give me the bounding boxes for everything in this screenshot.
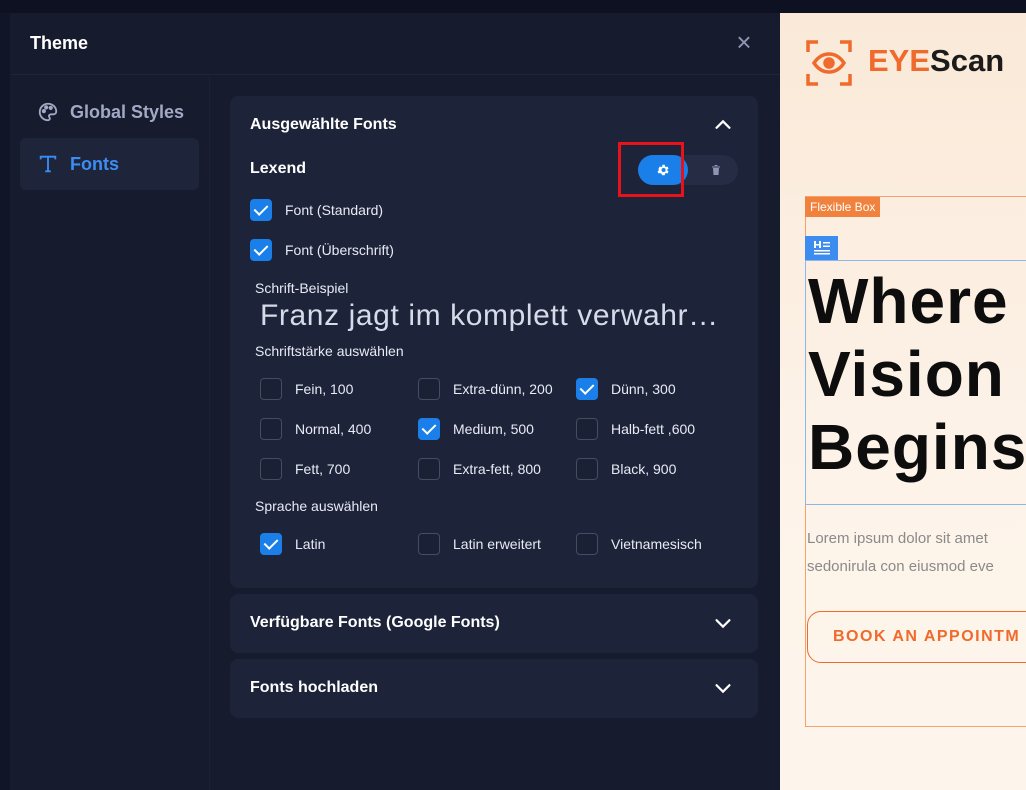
sidebar: Global Styles Fonts <box>10 76 210 790</box>
checkbox-weight-100[interactable] <box>260 378 282 400</box>
label-weight-900: Black, 900 <box>611 461 677 477</box>
label-weight-700: Fett, 700 <box>295 461 351 477</box>
available-fonts-card[interactable]: Verfügbare Fonts (Google Fonts) <box>230 594 758 653</box>
label-font-standard: Font (Standard) <box>285 202 384 218</box>
flexible-box-tag: Flexible Box <box>805 197 881 217</box>
font-settings-button[interactable] <box>638 155 688 185</box>
sidebar-item-fonts[interactable]: Fonts <box>20 138 199 190</box>
close-button[interactable]: × <box>732 29 756 55</box>
heading-icon <box>813 241 830 255</box>
type-icon <box>36 152 60 176</box>
checkbox-lang-latin-ext[interactable] <box>418 533 440 555</box>
label-weight-300: Dünn, 300 <box>611 381 676 397</box>
label-weight-600: Halb-fett ,600 <box>611 421 696 437</box>
font-name: Lexend <box>250 160 307 177</box>
eye-icon <box>805 39 853 87</box>
checkbox-weight-900[interactable] <box>576 458 598 480</box>
label-weight-800: Extra-fett, 800 <box>453 461 541 477</box>
checkbox-weight-400[interactable] <box>260 418 282 440</box>
heading-widget-tag[interactable] <box>805 236 838 260</box>
close-icon: × <box>736 27 752 57</box>
panel-header: Theme × <box>10 13 780 75</box>
sidebar-item-global-styles[interactable]: Global Styles <box>20 86 199 138</box>
panel-title: Theme <box>30 33 89 53</box>
checkbox-font-standard[interactable] <box>250 199 272 221</box>
label-lang-vietnamese: Vietnamesisch <box>611 536 702 552</box>
weight-label: Schriftstärke auswählen <box>255 343 404 359</box>
label-weight-200: Extra-dünn, 200 <box>453 381 553 397</box>
selected-fonts-card: Ausgewählte Fonts Lexend Font (Standard)… <box>230 96 758 588</box>
upload-fonts-card[interactable]: Fonts hochladen <box>230 659 758 718</box>
checkbox-lang-vietnamese[interactable] <box>576 533 598 555</box>
font-actions <box>638 155 738 185</box>
sidebar-item-label: Global Styles <box>70 101 185 122</box>
sidebar-item-label: Fonts <box>70 153 119 174</box>
top-bar <box>0 0 1026 13</box>
label-lang-latin-ext: Latin erweitert <box>453 536 541 552</box>
delete-font-button[interactable] <box>698 155 734 185</box>
chevron-down-icon[interactable] <box>712 677 734 699</box>
checkbox-weight-300[interactable] <box>576 378 598 400</box>
book-appointment-button[interactable]: BOOK AN APPOINTM <box>807 611 1026 663</box>
label-font-heading: Font (Überschrift) <box>285 242 394 258</box>
label-weight-100: Fein, 100 <box>295 381 354 397</box>
selected-fonts-title: Ausgewählte Fonts <box>250 116 397 133</box>
hero-description: Lorem ipsum dolor sit amet sedonirula co… <box>807 530 994 575</box>
upload-fonts-title: Fonts hochladen <box>250 679 378 696</box>
hero-heading: Where Vision Begins <box>808 265 1026 483</box>
chevron-down-icon[interactable] <box>712 612 734 634</box>
theme-panel: Theme × Global Styles Fonts Ausgewählte … <box>10 13 780 790</box>
sample-label: Schrift-Beispiel <box>255 280 349 296</box>
checkbox-weight-600[interactable] <box>576 418 598 440</box>
language-label: Sprache auswählen <box>255 498 378 514</box>
checkbox-weight-200[interactable] <box>418 378 440 400</box>
checkbox-weight-500[interactable] <box>418 418 440 440</box>
checkbox-weight-700[interactable] <box>260 458 282 480</box>
font-sample-text: Franz jagt im komplett verwahrlosten Tax… <box>260 299 720 332</box>
chevron-up-icon[interactable] <box>712 114 734 136</box>
label-weight-400: Normal, 400 <box>295 421 372 437</box>
label-lang-latin: Latin <box>295 536 326 552</box>
checkbox-lang-latin[interactable] <box>260 533 282 555</box>
checkbox-weight-800[interactable] <box>418 458 440 480</box>
palette-icon <box>36 100 60 124</box>
available-fonts-title: Verfügbare Fonts (Google Fonts) <box>250 614 500 631</box>
trash-icon <box>712 165 720 175</box>
page-preview: EYEScan Flexible Box Where Vision Begins… <box>780 13 1026 790</box>
gear-icon <box>657 164 669 176</box>
logo-text: EYEScan <box>868 43 1005 78</box>
label-weight-500: Medium, 500 <box>453 421 534 437</box>
checkbox-font-heading[interactable] <box>250 239 272 261</box>
